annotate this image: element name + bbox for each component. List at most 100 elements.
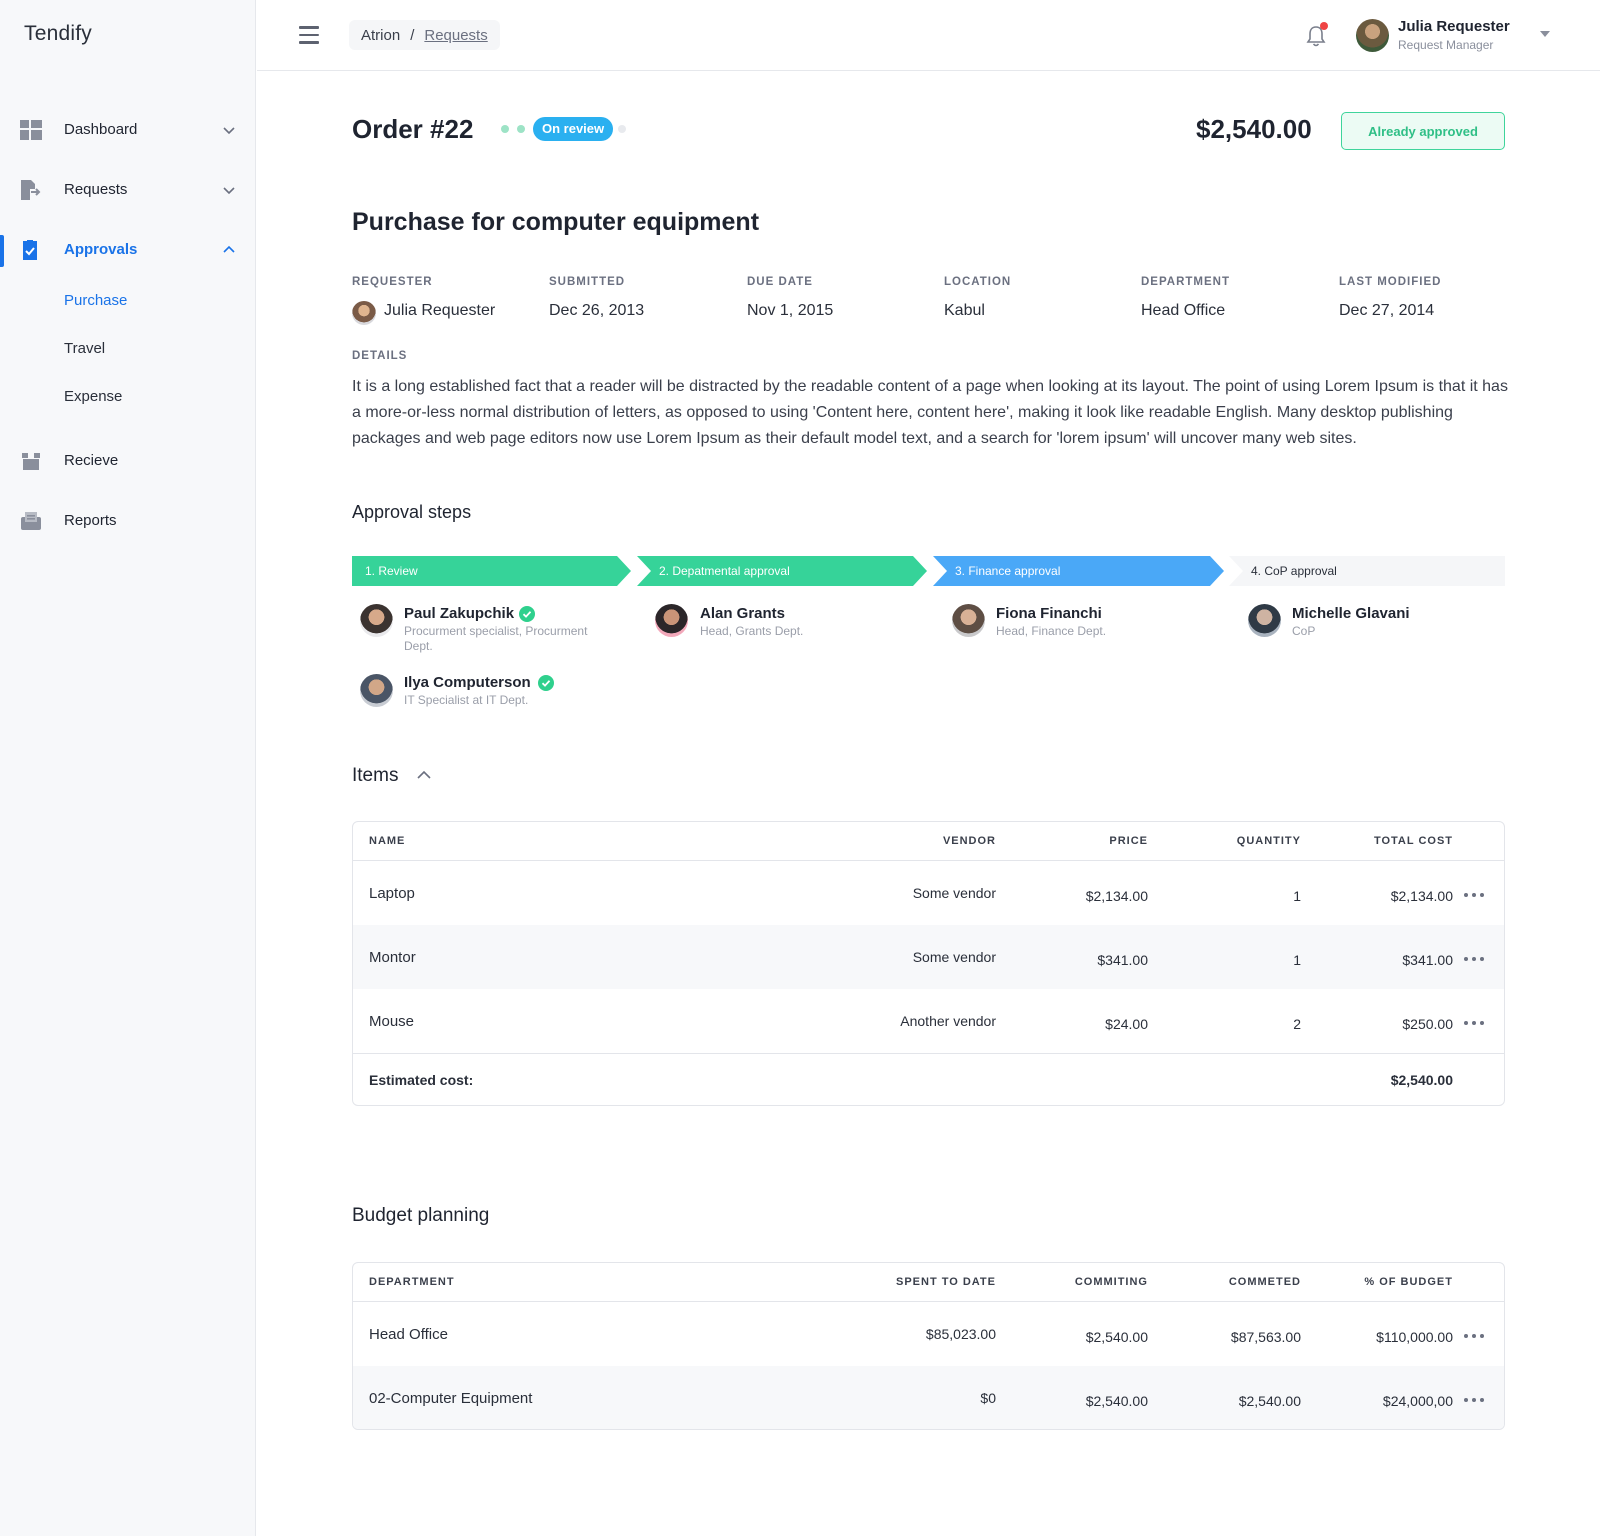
step-finance-approval[interactable]: 3. Finance approval xyxy=(933,556,1224,586)
item-vendor: Some vendor xyxy=(912,885,996,901)
table-row[interactable]: Montor Some vendor $341.00 1 $341.00 xyxy=(353,925,1504,989)
item-total: $250.00 xyxy=(1402,1016,1453,1032)
table-row[interactable]: Mouse Another vendor $24.00 2 $250.00 xyxy=(353,989,1504,1053)
budget-department: 02-Computer Equipment xyxy=(369,1390,533,1407)
sidebar-item-dashboard[interactable]: Dashboard xyxy=(0,110,256,150)
menu-icon[interactable] xyxy=(299,26,319,44)
meta-value-requester[interactable]: Julia Requester xyxy=(384,302,495,320)
already-approved-button[interactable]: Already approved xyxy=(1341,112,1505,150)
column-header[interactable]: PRICE xyxy=(1109,835,1148,847)
meta-label-due-date: DUE DATE xyxy=(747,276,813,288)
sidebar-item-requests[interactable]: Requests xyxy=(0,170,256,210)
avatar xyxy=(952,604,985,637)
item-quantity: 1 xyxy=(1293,888,1301,904)
sidebar-item-approvals[interactable]: Approvals xyxy=(0,230,256,270)
table-row[interactable]: Head Office $85,023.00 $2,540.00 $87,563… xyxy=(353,1302,1504,1366)
details-label: DETAILS xyxy=(352,350,408,362)
approver-role: Procurment specialist, Procurment Dept. xyxy=(404,624,588,653)
item-vendor: Another vendor xyxy=(900,1013,996,1029)
order-total: $2,540.00 xyxy=(1196,114,1312,144)
chevron-down-icon[interactable] xyxy=(222,183,236,197)
caret-down-icon[interactable] xyxy=(1540,31,1550,37)
breadcrumb-separator: / xyxy=(410,26,415,44)
user-name[interactable]: Julia Requester xyxy=(1398,18,1510,35)
check-circle-icon xyxy=(538,675,554,691)
more-options-icon[interactable] xyxy=(1464,956,1484,962)
avatar xyxy=(360,674,393,707)
item-price: $341.00 xyxy=(1097,952,1148,968)
item-price: $2,134.00 xyxy=(1085,888,1148,904)
app-logo: Tendify xyxy=(24,22,92,45)
step-departmental-approval[interactable]: 2. Depatmental approval xyxy=(637,556,927,586)
step-review[interactable]: 1. Review xyxy=(352,556,631,586)
chevron-up-icon[interactable] xyxy=(222,243,236,257)
estimated-cost-value: $2,540.00 xyxy=(1390,1072,1453,1088)
column-header[interactable]: DEPARTMENT xyxy=(369,1276,455,1288)
chevron-down-icon[interactable] xyxy=(222,123,236,137)
table-header: DEPARTMENT SPENT TO DATE COMMITING COMME… xyxy=(353,1263,1504,1302)
column-header[interactable]: VENDOR xyxy=(943,835,996,847)
table-footer: Estimated cost: $2,540.00 xyxy=(353,1053,1504,1105)
notification-dot xyxy=(1320,22,1328,30)
estimated-cost-label: Estimated cost: xyxy=(369,1072,474,1088)
more-options-icon[interactable] xyxy=(1464,1333,1484,1339)
approver-role: CoP xyxy=(1292,624,1316,638)
reports-icon xyxy=(21,512,41,530)
topbar: Atrion / Requests Julia Requester Reques… xyxy=(257,0,1600,71)
meta-label-last-modified: LAST MODIFIED xyxy=(1339,276,1442,288)
more-options-icon[interactable] xyxy=(1464,1020,1484,1026)
meta-value-submitted: Dec 26, 2013 xyxy=(549,302,645,319)
sidebar-item-label: Recieve xyxy=(64,452,119,469)
sidebar-item-label: Reports xyxy=(64,512,117,529)
column-header[interactable]: COMMITING xyxy=(1075,1276,1148,1288)
item-quantity: 1 xyxy=(1293,952,1301,968)
budget-title: Budget planning xyxy=(352,1205,490,1226)
table-row[interactable]: 02-Computer Equipment $0 $2,540.00 $2,54… xyxy=(353,1366,1504,1429)
item-price: $24.00 xyxy=(1105,1016,1148,1032)
items-table: NAME VENDOR PRICE QUANTITY TOTAL COST La… xyxy=(352,821,1505,1106)
budget-commiting: $2,540.00 xyxy=(1085,1329,1148,1345)
budget-spent: $0 xyxy=(980,1390,996,1406)
budget-percent: $110,000.00 xyxy=(1376,1329,1453,1345)
budget-table: DEPARTMENT SPENT TO DATE COMMITING COMME… xyxy=(352,1262,1505,1430)
column-header[interactable]: NAME xyxy=(369,835,405,847)
more-options-icon[interactable] xyxy=(1464,1397,1484,1403)
more-options-icon[interactable] xyxy=(1464,892,1484,898)
sidebar-item-recieve[interactable]: Recieve xyxy=(0,441,256,481)
status-badge: On review xyxy=(533,117,614,141)
progress-dot xyxy=(501,125,509,133)
avatar[interactable] xyxy=(1356,19,1389,52)
item-name: Montor xyxy=(369,949,416,966)
item-vendor: Some vendor xyxy=(912,949,996,965)
items-title: Items xyxy=(352,765,399,786)
sidebar-subitem-purchase[interactable]: Purchase xyxy=(64,292,127,309)
column-header[interactable]: QUANTITY xyxy=(1237,835,1301,847)
chevron-up-icon[interactable] xyxy=(416,770,432,780)
sidebar-subitem-travel[interactable]: Travel xyxy=(64,340,105,357)
column-header[interactable]: TOTAL COST xyxy=(1374,835,1453,847)
meta-value-location: Kabul xyxy=(944,302,985,319)
approver-name: Paul Zakupchik xyxy=(404,605,515,622)
column-header[interactable]: SPENT TO DATE xyxy=(896,1276,996,1288)
column-header[interactable]: COMMETED xyxy=(1229,1276,1301,1288)
budget-commeted: $2,540.00 xyxy=(1238,1393,1301,1409)
sidebar-item-label: Approvals xyxy=(64,241,138,258)
table-row[interactable]: Laptop Some vendor $2,134.00 1 $2,134.00 xyxy=(353,861,1504,925)
avatar xyxy=(1248,604,1281,637)
progress-dot xyxy=(517,125,525,133)
item-total: $2,134.00 xyxy=(1390,888,1453,904)
user-role: Request Manager xyxy=(1398,38,1494,52)
breadcrumb-root[interactable]: Atrion xyxy=(361,27,400,44)
sidebar-item-reports[interactable]: Reports xyxy=(0,501,256,541)
approver-name: Alan Grants xyxy=(700,605,786,622)
breadcrumb-current[interactable]: Requests xyxy=(424,27,487,44)
table-header: NAME VENDOR PRICE QUANTITY TOTAL COST xyxy=(353,822,1504,861)
approver-role: Head, Grants Dept. xyxy=(700,624,804,638)
page-title: Purchase for computer equipment xyxy=(352,208,760,236)
column-header[interactable]: % OF BUDGET xyxy=(1364,1276,1453,1288)
sidebar-subitem-expense[interactable]: Expense xyxy=(64,388,122,405)
budget-commiting: $2,540.00 xyxy=(1085,1393,1148,1409)
item-quantity: 2 xyxy=(1293,1016,1301,1032)
approver-role: Head, Finance Dept. xyxy=(996,624,1107,638)
step-cop-approval[interactable]: 4. CoP approval xyxy=(1229,556,1505,586)
